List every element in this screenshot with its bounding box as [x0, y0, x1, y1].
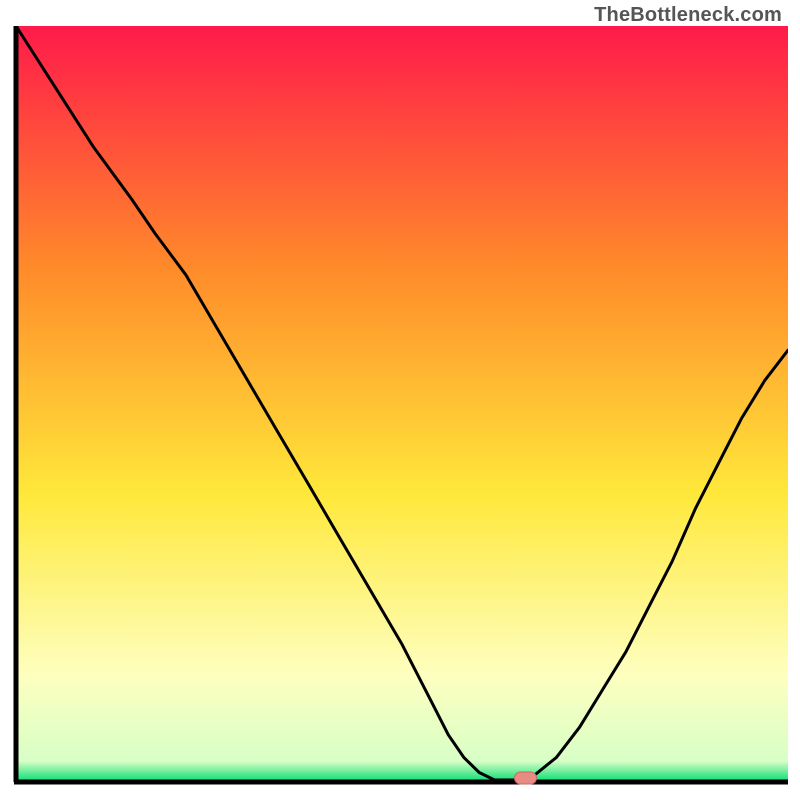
optimal-point-marker [515, 772, 537, 784]
bottleneck-chart [12, 26, 788, 786]
plot-area [12, 26, 788, 786]
watermark-text: TheBottleneck.com [594, 4, 782, 27]
gradient-background [16, 26, 788, 780]
chart-frame: TheBottleneck.com [0, 0, 800, 800]
